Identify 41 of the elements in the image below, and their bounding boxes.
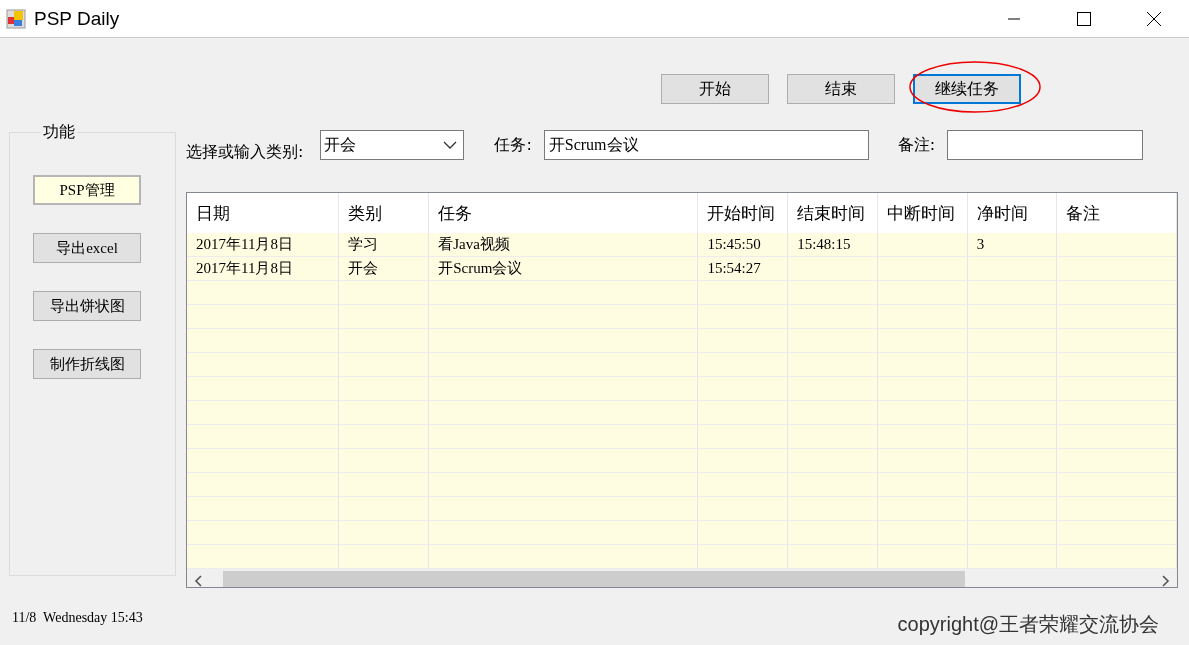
- category-combobox[interactable]: 开会: [320, 130, 465, 160]
- table-cell: 15:45:50: [698, 233, 789, 257]
- table-cell: 学习: [338, 233, 430, 257]
- column-header[interactable]: 类别: [338, 193, 430, 233]
- column-header[interactable]: 净时间: [967, 193, 1058, 233]
- table-cell: 2017年11月8日: [187, 257, 339, 281]
- column-header[interactable]: 开始时间: [698, 193, 789, 233]
- action-button[interactable]: 开始: [661, 74, 769, 104]
- table-cell: 3: [967, 233, 1058, 257]
- side-button[interactable]: 导出excel: [33, 233, 141, 263]
- side-button[interactable]: 导出饼状图: [33, 291, 141, 321]
- table-cell: 15:54:27: [698, 257, 789, 281]
- table-cell: 开会: [338, 257, 430, 281]
- side-button[interactable]: 制作折线图: [33, 349, 141, 379]
- action-button[interactable]: 继续任务: [913, 74, 1021, 104]
- column-header[interactable]: 结束时间: [788, 193, 878, 233]
- dropdown-chevron-icon: [443, 140, 458, 150]
- table-cell: 看Java视频: [429, 233, 699, 257]
- copyright-text: copyright@王者荣耀交流协会: [897, 612, 1159, 637]
- table-cell: 开Scrum会议: [429, 257, 699, 281]
- column-header[interactable]: 备注: [1057, 193, 1177, 233]
- task-field[interactable]: 开Scrum会议: [543, 130, 869, 160]
- close-icon[interactable]: [1146, 10, 1162, 27]
- action-button[interactable]: 结束: [787, 74, 895, 104]
- column-header[interactable]: 日期: [187, 193, 339, 233]
- app-icon: [6, 8, 26, 29]
- category-label: 选择或输入类别:: [186, 141, 304, 163]
- horizontal-scrollbar[interactable]: [187, 569, 1177, 587]
- group-title: 功能: [42, 122, 76, 143]
- scroll-thumb[interactable]: [223, 571, 965, 587]
- maximize-icon[interactable]: [1076, 10, 1092, 27]
- table-cell: 2017年11月8日: [187, 233, 339, 257]
- side-button[interactable]: PSP管理: [33, 175, 141, 205]
- note-label: 备注:: [897, 134, 936, 156]
- column-header[interactable]: 任务: [429, 193, 699, 233]
- note-field[interactable]: [947, 130, 1144, 160]
- task-label: 任务:: [494, 134, 532, 156]
- window-title: PSP Daily: [34, 7, 121, 30]
- column-header[interactable]: 中断时间: [877, 193, 968, 233]
- table-cell: 15:48:15: [788, 233, 878, 257]
- datetime-text: 11/8 Wednesday 15:43: [12, 609, 143, 626]
